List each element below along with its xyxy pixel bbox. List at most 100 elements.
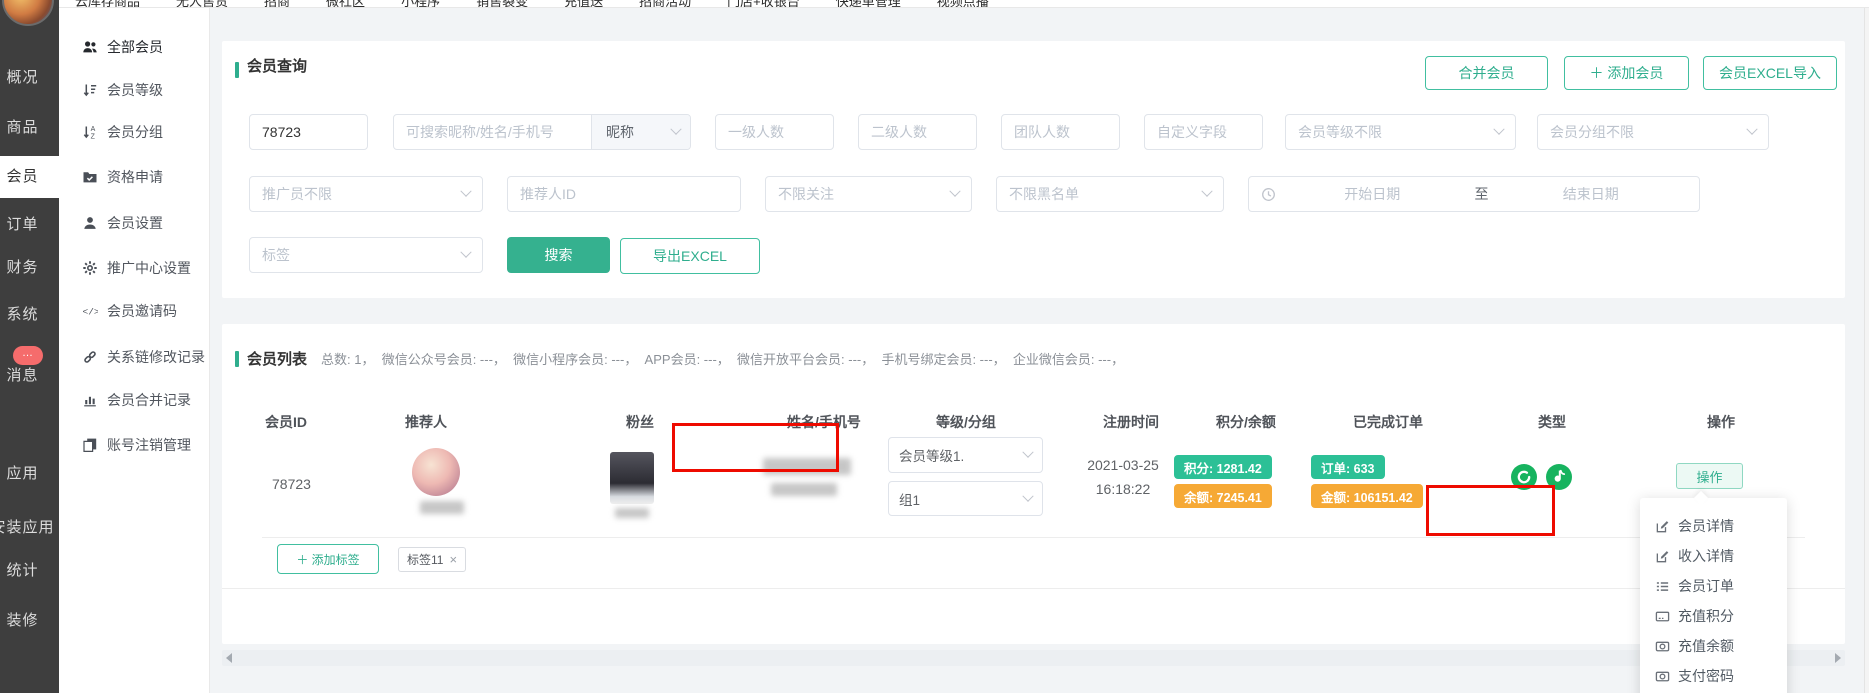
topbar-item[interactable]: 快递单管理 <box>836 0 901 8</box>
horizontal-scrollbar[interactable] <box>222 650 1845 666</box>
export-excel-button[interactable]: 导出EXCEL <box>620 238 760 274</box>
rail-item-orders[interactable]: 订单 <box>0 215 59 235</box>
sidebar-item-label: 会员邀请码 <box>107 301 177 321</box>
topbar-item[interactable]: 招商活动 <box>639 0 691 8</box>
add-tag-button[interactable]: ＋ 添加标签 <box>277 544 379 574</box>
topbar-item[interactable]: 招商 <box>264 0 290 8</box>
main-content: 会员查询 合并会员 ＋ 添加会员 会员EXCEL导入 78723 可搜索昵称/姓… <box>210 8 1869 693</box>
scroll-left-icon[interactable] <box>226 653 232 663</box>
rail-item-finance[interactable]: 财务 <box>0 258 59 278</box>
chevron-down-icon <box>670 124 681 135</box>
topbar-item[interactable]: 视频点播 <box>937 0 989 8</box>
sidebar-item-label: 会员合并记录 <box>107 390 191 410</box>
row-level-select[interactable]: 会员等级1. <box>888 437 1043 473</box>
menu-item-recharge-points[interactable]: 充值积分 <box>1640 601 1787 631</box>
topbar-item[interactable]: 门店+收银台 <box>727 0 800 8</box>
start-date-field[interactable]: 开始日期 <box>1276 184 1469 204</box>
clock-icon <box>1261 187 1276 202</box>
member-phone-blurred <box>771 483 837 496</box>
topbar-item[interactable]: 销售裂变 <box>476 0 528 8</box>
keyword-input[interactable]: 可搜索昵称/姓名/手机号 <box>394 115 591 149</box>
member-level-select[interactable]: 会员等级不限 <box>1285 114 1516 150</box>
row-action-button[interactable]: 操作 <box>1676 463 1743 489</box>
referrer-avatar[interactable] <box>412 448 460 496</box>
promoter-select[interactable]: 推广员不限 <box>249 176 483 212</box>
sidebar-item-qualification[interactable]: 资格申请 <box>82 167 163 187</box>
sidebar-item-invite-code[interactable]: </> 会员邀请码 <box>82 301 177 321</box>
referrer-id-input[interactable]: 推荐人ID <box>507 176 741 212</box>
sidebar-item-account-cancel[interactable]: 账号注销管理 <box>82 435 191 455</box>
rail-item-stats[interactable]: 统计 <box>0 561 59 581</box>
remove-tag-icon[interactable]: × <box>449 552 457 567</box>
add-member-button[interactable]: ＋ 添加会员 <box>1564 56 1689 90</box>
points-badge: 积分: 1281.42 <box>1174 455 1272 479</box>
date-separator: 至 <box>1469 184 1495 204</box>
menu-item-pay-password[interactable]: 支付密码 <box>1640 661 1787 691</box>
row-group-select[interactable]: 组1 <box>888 481 1043 516</box>
rail-item-members[interactable]: 会员 <box>0 156 59 198</box>
topbar-item[interactable]: 充值送 <box>564 0 603 8</box>
bar-chart-icon <box>82 392 98 408</box>
keyword-type-select[interactable]: 昵称 <box>591 115 690 149</box>
level2-count-input[interactable]: 二级人数 <box>858 114 977 150</box>
member-stats-line: 总数: 1， 微信公众号会员: ---， 微信小程序会员: ---， APP会员… <box>321 349 1124 368</box>
excel-import-button[interactable]: 会员EXCEL导入 <box>1703 56 1837 90</box>
col-header-reg-time: 注册时间 <box>1103 412 1159 432</box>
secondary-sidebar: 全部会员 会员等级 AZ 会员分组 资格申请 会员设置 推广中心设置 </> 会… <box>59 8 210 693</box>
menu-item-member-detail[interactable]: 会员详情 <box>1640 511 1787 541</box>
sidebar-item-promotion-settings[interactable]: 推广中心设置 <box>82 258 191 278</box>
rail-item-goods[interactable]: 商品 <box>0 118 59 138</box>
col-header-name-phone: 姓名/手机号 <box>787 412 861 432</box>
col-header-type: 类型 <box>1538 412 1566 432</box>
sidebar-item-merge-log[interactable]: 会员合并记录 <box>82 390 191 410</box>
topbar-item[interactable]: 无人售货 <box>176 0 228 8</box>
custom-field-input[interactable]: 自定义字段 <box>1144 114 1263 150</box>
amount-badge: 金额: 106151.42 <box>1311 484 1423 508</box>
search-button[interactable]: 搜索 <box>507 237 610 273</box>
file-copy-icon <box>82 437 98 453</box>
level1-count-input[interactable]: 一级人数 <box>715 114 834 150</box>
team-count-input[interactable]: 团队人数 <box>1001 114 1120 150</box>
sidebar-item-all-members[interactable]: 全部会员 <box>82 37 163 57</box>
merge-members-button[interactable]: 合并会员 <box>1425 56 1548 90</box>
rail-item-system[interactable]: 系统 <box>0 305 59 325</box>
blacklist-filter-select[interactable]: 不限黑名单 <box>996 176 1224 212</box>
fans-avatar[interactable] <box>610 452 654 504</box>
topbar-item[interactable]: 云库存商品 <box>75 0 140 8</box>
sidebar-item-member-settings[interactable]: 会员设置 <box>82 213 163 233</box>
menu-item-recharge-balance[interactable]: 充值余额 <box>1640 631 1787 661</box>
rail-item-overview[interactable]: 概况 <box>0 68 59 88</box>
edit-icon <box>1655 549 1670 564</box>
balance-badge: 余额: 7245.41 <box>1174 484 1272 508</box>
rail-item-apps[interactable]: 应用 <box>0 464 59 484</box>
svg-text:</>: </> <box>83 307 99 318</box>
tag-label: 标签11 <box>407 551 443 568</box>
menu-item-member-orders[interactable]: 会员订单 <box>1640 571 1787 601</box>
sidebar-item-member-levels[interactable]: 会员等级 <box>82 80 163 100</box>
vertical-scrollbar[interactable] <box>1864 8 1869 693</box>
user-avatar[interactable] <box>2 0 54 26</box>
member-id-input[interactable]: 78723 <box>249 114 368 150</box>
card-icon <box>1655 609 1670 624</box>
topbar-item[interactable]: 小程序 <box>401 0 440 8</box>
sort-alpha-icon: AZ <box>82 124 98 140</box>
sidebar-item-label: 推广中心设置 <box>107 258 191 278</box>
rail-item-decorate[interactable]: 装修 <box>0 611 59 631</box>
tag-chip[interactable]: 标签11 × <box>398 547 466 572</box>
top-navbar: 云库存商品 无人售货 招商 微社区 小程序 销售裂变 充值送 招商活动 门店+收… <box>59 0 1869 8</box>
follow-filter-select[interactable]: 不限关注 <box>765 176 972 212</box>
tag-select[interactable]: 标签 <box>249 237 483 273</box>
date-range-picker[interactable]: 开始日期 至 结束日期 <box>1248 176 1700 212</box>
title-accent-bar <box>235 351 239 367</box>
registration-clock: 16:18:22 <box>1067 477 1179 501</box>
rail-item-messages[interactable]: 消息 … <box>0 366 59 386</box>
member-group-select[interactable]: 会员分组不限 <box>1537 114 1769 150</box>
chevron-down-icon <box>949 186 960 197</box>
end-date-field[interactable]: 结束日期 <box>1495 184 1688 204</box>
topbar-item[interactable]: 微社区 <box>326 0 365 8</box>
sidebar-item-relation-log[interactable]: 关系链修改记录 <box>82 347 205 367</box>
menu-item-income-detail[interactable]: 收入详情 <box>1640 541 1787 571</box>
sidebar-item-member-groups[interactable]: AZ 会员分组 <box>82 122 163 142</box>
scroll-right-icon[interactable] <box>1835 653 1841 663</box>
rail-item-install-apps[interactable]: 安装应用 <box>0 518 59 538</box>
